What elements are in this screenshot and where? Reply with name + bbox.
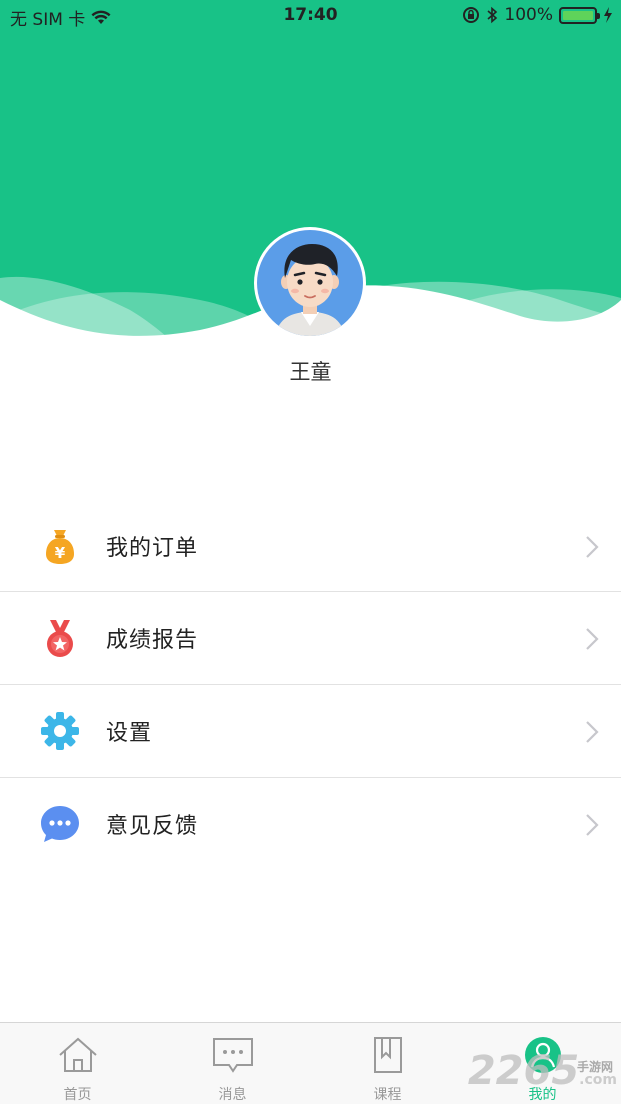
tab-courses[interactable]: 课程: [310, 1023, 465, 1105]
menu-label-orders: 我的订单: [106, 536, 199, 561]
menu-item-orders[interactable]: ¥ 我的订单: [0, 500, 621, 592]
menu-label-report: 成绩报告: [106, 628, 199, 653]
chevron-right-icon: [586, 814, 599, 836]
tab-label-messages: 消息: [218, 1087, 247, 1103]
message-icon: [212, 1038, 253, 1073]
menu-label-settings: 设置: [106, 721, 153, 746]
money-bag-icon: ¥: [46, 530, 74, 564]
watermark-suffix: 手游网: [576, 1060, 613, 1074]
profile-menu: ¥ 我的订单 成绩报告 设置 意见反馈: [0, 500, 621, 871]
home-icon: [58, 1037, 97, 1072]
chevron-right-icon: [586, 536, 599, 558]
chevron-right-icon: [586, 721, 599, 743]
status-bar: 无 SIM 卡 17:40 100%: [0, 0, 621, 32]
gear-icon: [41, 712, 79, 750]
battery-percent: 100%: [504, 5, 553, 25]
medal-icon: [47, 620, 73, 657]
svg-text:¥: ¥: [55, 544, 66, 562]
site-watermark: 2265.com 手游网: [468, 1048, 617, 1094]
tab-label-home: 首页: [63, 1087, 92, 1103]
profile-header: 王童: [0, 0, 621, 384]
bookmark-icon: [373, 1037, 402, 1073]
menu-label-feedback: 意见反馈: [106, 814, 199, 839]
user-name: 王童: [289, 360, 332, 384]
rotation-lock-icon: [463, 7, 480, 23]
tab-home[interactable]: 首页: [0, 1023, 155, 1105]
tab-messages[interactable]: 消息: [155, 1023, 310, 1105]
menu-item-settings[interactable]: 设置: [0, 685, 621, 778]
charging-icon: [604, 7, 612, 23]
menu-item-feedback[interactable]: 意见反馈: [0, 778, 621, 871]
chevron-right-icon: [586, 628, 599, 650]
menu-item-report[interactable]: 成绩报告: [0, 592, 621, 685]
tab-label-courses: 课程: [373, 1087, 402, 1103]
battery-icon: [559, 6, 600, 24]
avatar-illustration: [275, 244, 345, 336]
user-avatar[interactable]: [254, 227, 366, 339]
watermark-number: 2265: [467, 1048, 580, 1094]
bluetooth-icon: [487, 6, 498, 24]
chat-bubble-icon: [41, 806, 79, 842]
